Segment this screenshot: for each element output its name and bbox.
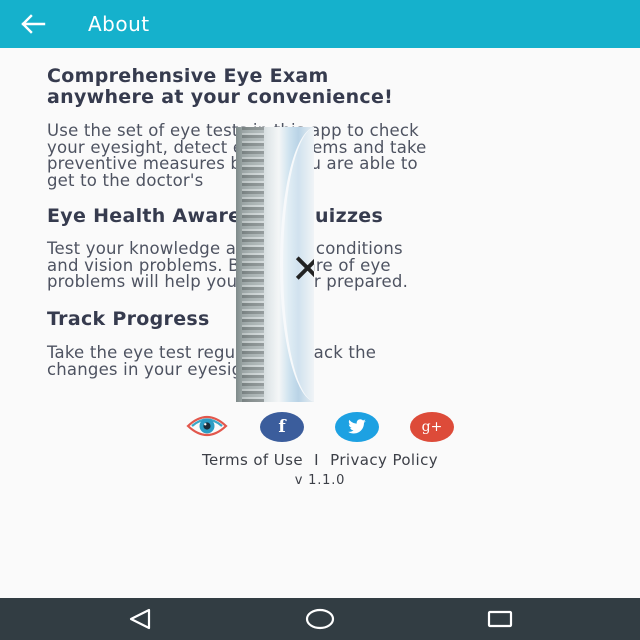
app-bar: About bbox=[0, 0, 640, 48]
legal-links: Terms of Use I Privacy Policy bbox=[0, 451, 640, 469]
app-version: v 1.1.0 bbox=[294, 473, 346, 488]
overlay-image: ✕ bbox=[236, 127, 314, 402]
nav-recents-button[interactable] bbox=[470, 598, 530, 640]
twitter-icon[interactable] bbox=[335, 412, 379, 442]
facebook-icon[interactable]: f bbox=[260, 412, 304, 442]
social-links: f g+ bbox=[0, 411, 640, 443]
section-title-eye-exam: Comprehensive Eye Exam anywhere at your … bbox=[47, 66, 393, 108]
google-plus-glyph: g+ bbox=[421, 419, 443, 435]
nav-back-triangle-icon bbox=[129, 608, 151, 630]
page-title: About bbox=[88, 12, 150, 36]
link-separator: I bbox=[314, 451, 319, 469]
arrow-left-icon bbox=[21, 14, 46, 34]
x-mark-icon: ✕ bbox=[283, 251, 314, 285]
privacy-policy-link[interactable]: Privacy Policy bbox=[330, 451, 438, 469]
section-title-line: Comprehensive Eye Exam bbox=[47, 65, 329, 87]
nav-home-button[interactable] bbox=[290, 598, 350, 640]
twitter-bird-icon bbox=[348, 419, 366, 434]
nav-back-button[interactable] bbox=[110, 598, 170, 640]
about-screen: About Comprehensive Eye Exam anywhere at… bbox=[0, 0, 640, 640]
nav-recents-square-icon bbox=[487, 610, 513, 628]
section-title-track-progress: Track Progress bbox=[47, 308, 210, 330]
google-plus-icon[interactable]: g+ bbox=[410, 412, 454, 442]
terms-of-use-link[interactable]: Terms of Use bbox=[202, 451, 303, 469]
section-title-line: anywhere at your convenience! bbox=[47, 86, 394, 108]
eye-app-icon[interactable] bbox=[185, 411, 229, 441]
back-button[interactable] bbox=[20, 0, 68, 48]
section-title-quizzes: Eye Health Awareness Quizzes bbox=[47, 205, 384, 227]
facebook-glyph: f bbox=[278, 417, 286, 437]
nav-home-circle-icon bbox=[305, 608, 335, 630]
system-nav-bar bbox=[0, 598, 640, 640]
overlay-stripe bbox=[242, 127, 264, 402]
